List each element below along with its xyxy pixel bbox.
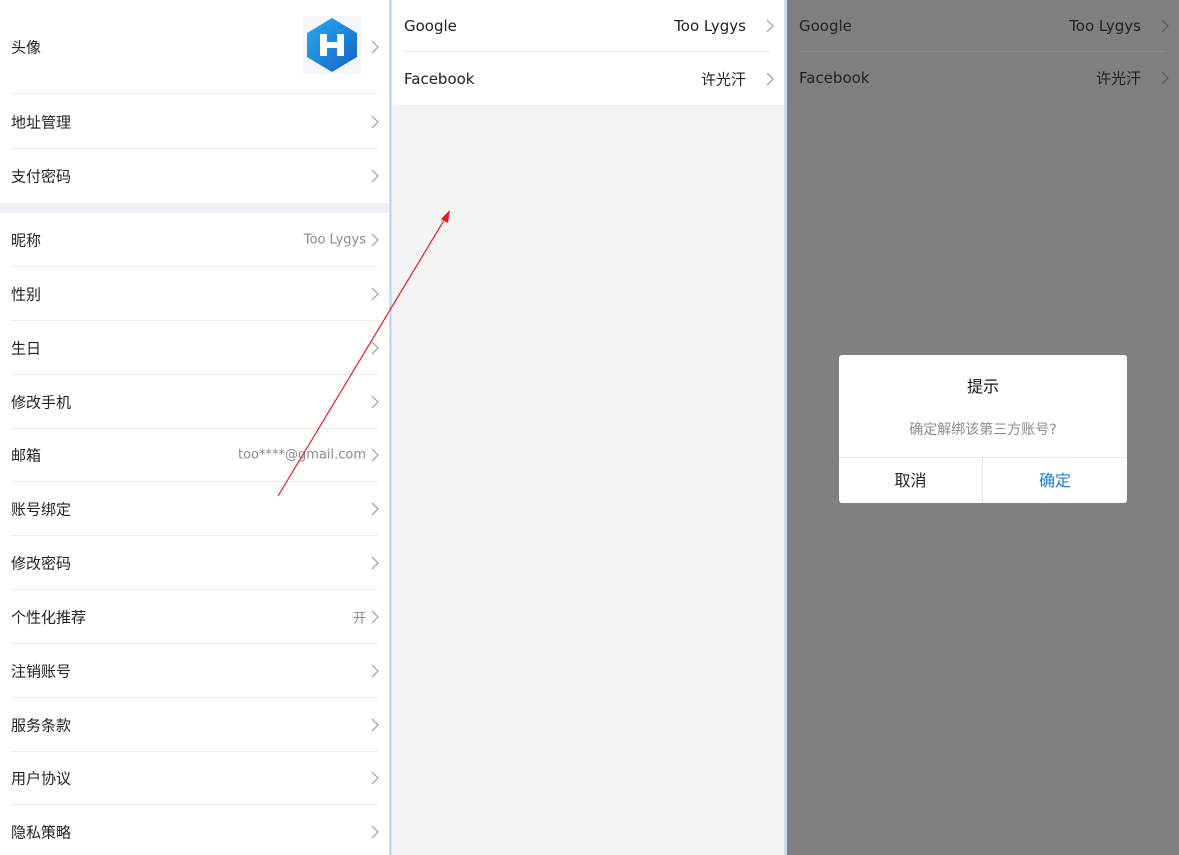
- facebook-label: Facebook: [799, 69, 870, 87]
- facebook-value: 许光汗: [1095, 69, 1141, 88]
- chevron-right-icon: [371, 395, 379, 409]
- row-pay-password[interactable]: 支付密码: [0, 149, 389, 203]
- row-birthday[interactable]: 生日: [0, 321, 389, 375]
- row-personalization[interactable]: 个性化推荐 开: [0, 590, 389, 644]
- change-password-label: 修改密码: [11, 554, 72, 573]
- email-label: 邮箱: [11, 446, 42, 465]
- google-label: Google: [404, 17, 457, 35]
- bindings-list-dimmed: Google Too Lygys Facebook 许光汗: [787, 0, 1179, 104]
- row-user-agreement[interactable]: 用户协议: [0, 751, 389, 805]
- row-gender[interactable]: 性别: [0, 267, 389, 321]
- chevron-right-icon: [371, 556, 379, 570]
- row-delete-account[interactable]: 注销账号: [0, 644, 389, 698]
- pay-password-label: 支付密码: [11, 167, 72, 186]
- chevron-right-icon: [371, 115, 379, 129]
- address-label: 地址管理: [11, 113, 72, 132]
- row-privacy[interactable]: 隐私策略: [0, 805, 389, 855]
- binding-google[interactable]: Google Too Lygys: [392, 0, 784, 52]
- nickname-value: Too Lygys: [303, 232, 366, 248]
- personalization-label: 个性化推荐: [11, 608, 87, 627]
- delete-account-label: 注销账号: [11, 662, 72, 681]
- chevron-right-icon: [371, 718, 379, 732]
- chevron-right-icon: [371, 610, 379, 624]
- row-avatar[interactable]: 头像: [0, 0, 389, 94]
- chevron-right-icon: [371, 448, 379, 462]
- dialog-panel: Google Too Lygys Facebook 许光汗 提示 确定解绑该第三…: [787, 0, 1179, 855]
- row-phone[interactable]: 修改手机: [0, 375, 389, 429]
- personalization-value: 开: [352, 611, 366, 627]
- chevron-right-icon: [371, 664, 379, 678]
- chevron-right-icon: [371, 771, 379, 785]
- gender-label: 性别: [11, 285, 42, 304]
- bindings-panel: Google Too Lygys Facebook 许光汗: [392, 0, 784, 855]
- google-label: Google: [799, 17, 852, 35]
- facebook-value: 许光汗: [700, 70, 746, 89]
- confirm-button[interactable]: 确定: [983, 458, 1127, 503]
- privacy-label: 隐私策略: [11, 823, 72, 842]
- binding-facebook[interactable]: Facebook 许光汗: [787, 52, 1179, 104]
- bindings-list: Google Too Lygys Facebook 许光汗: [392, 0, 784, 105]
- dialog-button-bar: 取消 确定: [839, 457, 1127, 503]
- row-change-password[interactable]: 修改密码: [0, 536, 389, 590]
- section-gap: [0, 203, 389, 213]
- chevron-right-icon: [766, 72, 774, 86]
- chevron-right-icon: [1161, 71, 1169, 85]
- avatar[interactable]: [303, 16, 361, 74]
- account-binding-label: 账号绑定: [11, 500, 72, 519]
- chevron-right-icon: [371, 169, 379, 183]
- binding-facebook[interactable]: Facebook 许光汗: [392, 53, 784, 105]
- chevron-right-icon: [371, 40, 379, 54]
- dialog-title: 提示: [966, 377, 999, 396]
- row-terms[interactable]: 服务条款: [0, 698, 389, 752]
- chevron-right-icon: [371, 502, 379, 516]
- row-account-binding[interactable]: 账号绑定: [0, 482, 389, 536]
- row-email[interactable]: 邮箱 too****@gmail.com: [0, 428, 389, 482]
- unbind-dialog: 提示 确定解绑该第三方账号? 取消 确定: [839, 355, 1127, 503]
- divider: [11, 93, 378, 94]
- phone-label: 修改手机: [11, 393, 72, 412]
- avatar-label: 头像: [11, 38, 42, 57]
- email-value: too****@gmail.com: [237, 447, 366, 463]
- birthday-label: 生日: [11, 339, 42, 358]
- chevron-right-icon: [371, 341, 379, 355]
- row-nickname[interactable]: 昵称 Too Lygys: [0, 213, 389, 267]
- divider: [404, 51, 770, 52]
- chevron-right-icon: [1161, 19, 1169, 33]
- chevron-right-icon: [766, 19, 774, 33]
- facebook-label: Facebook: [404, 70, 475, 88]
- binding-google[interactable]: Google Too Lygys: [787, 0, 1179, 52]
- cancel-button[interactable]: 取消: [839, 458, 983, 503]
- settings-panel: 头像 地址管理 支付密码 昵称 Too Lygys 性别 生日 修改手机 邮箱 …: [0, 0, 389, 855]
- chevron-right-icon: [371, 825, 379, 839]
- dialog-message: 确定解绑该第三方账号?: [909, 422, 1057, 438]
- chevron-right-icon: [371, 233, 379, 247]
- row-address[interactable]: 地址管理: [0, 95, 389, 149]
- terms-label: 服务条款: [11, 716, 72, 735]
- google-value: Too Lygys: [674, 17, 746, 35]
- nickname-label: 昵称: [11, 231, 42, 250]
- user-agreement-label: 用户协议: [11, 769, 72, 788]
- google-value: Too Lygys: [1069, 17, 1141, 35]
- chevron-right-icon: [371, 287, 379, 301]
